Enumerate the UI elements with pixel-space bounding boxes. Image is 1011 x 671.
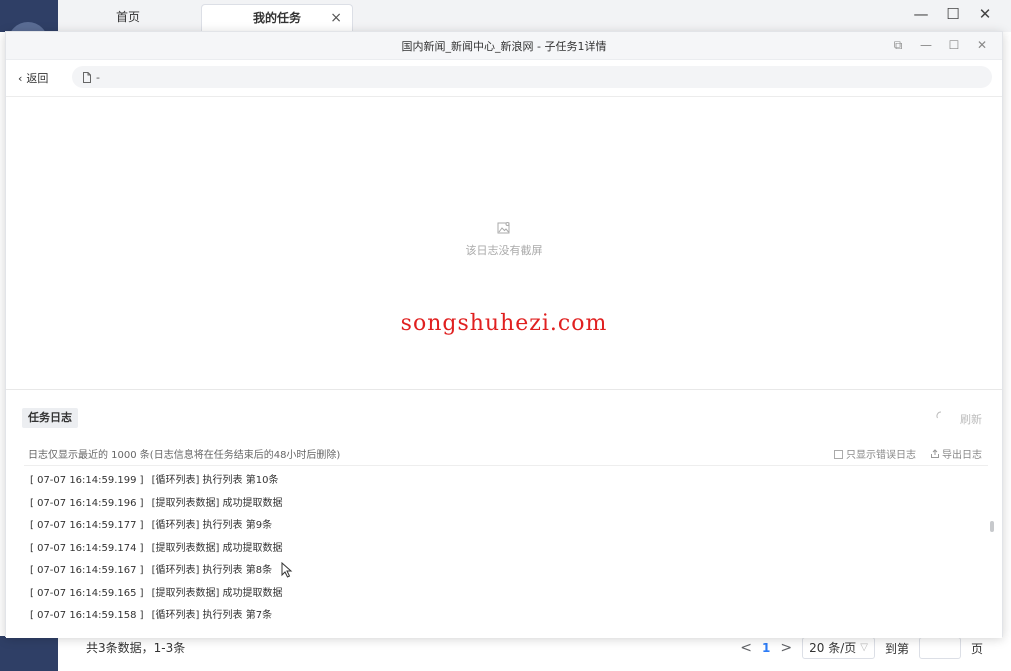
list-footer: 共3条数据，1-3条 < 1 > 20 条/页 ▽ 到第 页 — [0, 636, 1011, 671]
back-button[interactable]: ‹ 返回 — [18, 70, 48, 86]
log-entry: [ 07-07 16:14:59.158 ] [循环列表] 执行列表 第7条 — [30, 610, 273, 621]
refresh-button[interactable]: 刷新 — [936, 411, 982, 427]
log-entry: [ 07-07 16:14:59.196 ] [提取列表数据] 成功提取数据 — [30, 497, 283, 509]
log-entry: [ 07-07 16:14:59.177 ] [循环列表] 执行列表 第9条 — [30, 520, 273, 531]
pagination: < 1 > 20 条/页 ▽ 到第 页 — [740, 636, 983, 660]
log-scrollbar[interactable] — [990, 521, 994, 532]
sidebar — [0, 636, 58, 671]
export-log-button[interactable]: 导出日志 — [930, 446, 982, 461]
back-label: 返回 — [26, 72, 49, 85]
dialog-maximize-button[interactable]: ☐ — [940, 36, 968, 54]
only-errors-label: 只显示错误日志 — [846, 450, 916, 461]
mouse-cursor-icon — [281, 561, 293, 581]
address-field[interactable]: - — [72, 66, 992, 88]
image-icon — [497, 221, 511, 238]
checkbox-icon — [834, 450, 843, 459]
dialog-titlebar: 国内新闻_新闻中心_新浪网 - 子任务1详情 ⧉ — ☐ ✕ — [6, 32, 1002, 60]
log-actions: 只显示错误日志 导出日志 — [834, 446, 982, 461]
log-entry: [ 07-07 16:14:59.174 ] [提取列表数据] 成功提取数据 — [30, 542, 283, 554]
log-entry: [ 07-07 16:14:59.167 ] [循环列表] 执行列表 第8条 — [30, 565, 273, 576]
popout-button[interactable]: ⧉ — [884, 36, 912, 54]
export-log-label: 导出日志 — [942, 450, 982, 461]
prev-page-button[interactable]: < — [740, 640, 752, 656]
log-entry: [ 07-07 16:14:59.199 ] [循环列表] 执行列表 第10条 — [30, 475, 279, 486]
tab-home-label: 首页 — [115, 10, 140, 24]
dialog-close-button[interactable]: ✕ — [968, 36, 996, 54]
dialog-controls: ⧉ — ☐ ✕ — [884, 36, 996, 54]
log-panel: 任务日志 刷新 日志仅显示最近的 1000 条(日志信息将在任务结束后的48小时… — [6, 389, 1002, 638]
chevron-down-icon: ▽ — [860, 642, 868, 653]
log-retention-note: 日志仅显示最近的 1000 条(日志信息将在任务结束后的48小时后删除) — [28, 450, 341, 461]
refresh-label: 刷新 — [960, 413, 982, 426]
log-entry: [ 07-07 16:14:59.165 ] [提取列表数据] 成功提取数据 — [30, 587, 283, 599]
next-page-button[interactable]: > — [780, 640, 792, 656]
screenshot-area: 该日志没有截屏 songshuhezi.com — [6, 97, 1002, 389]
close-window-button[interactable]: ✕ — [969, 2, 1001, 26]
dialog-title: 国内新闻_新闻中心_新浪网 - 子任务1详情 — [401, 40, 607, 53]
empty-screenshot: 该日志没有截屏 — [6, 221, 1002, 258]
export-icon — [931, 449, 939, 458]
tab-my-tasks[interactable]: 我的任务 × — [201, 4, 353, 32]
goto-page-input[interactable] — [918, 637, 961, 659]
address-text: - — [96, 70, 100, 84]
maximize-button[interactable]: ☐ — [937, 2, 969, 26]
empty-screenshot-text: 该日志没有截屏 — [465, 244, 543, 257]
loading-icon — [936, 411, 946, 427]
log-list: [ 07-07 16:14:59.199 ] [循环列表] 执行列表 第10条 [… — [30, 470, 930, 628]
only-errors-checkbox[interactable]: 只显示错误日志 — [834, 446, 916, 461]
avatar[interactable] — [0, 0, 58, 32]
page-size-value: 20 条/页 — [809, 641, 857, 655]
page-suffix: 页 — [970, 641, 983, 656]
tab-task-log[interactable]: 任务日志 — [22, 408, 78, 428]
page-number[interactable]: 1 — [762, 641, 770, 655]
window-controls: — ☐ ✕ — [905, 2, 1001, 26]
app-tab-bar: 首页 我的任务 × — ☐ ✕ — [0, 0, 1011, 32]
page-size-select[interactable]: 20 条/页 ▽ — [802, 637, 875, 659]
close-icon[interactable]: × — [330, 5, 342, 31]
tab-my-tasks-label: 我的任务 — [252, 11, 301, 25]
minimize-button[interactable]: — — [905, 2, 937, 26]
address-bar: ‹ 返回 - — [6, 60, 1002, 96]
tab-home[interactable]: 首页 — [52, 4, 204, 32]
total-count: 共3条数据，1-3条 — [86, 641, 186, 655]
chevron-left-icon: ‹ — [18, 71, 23, 85]
document-icon — [83, 71, 91, 83]
divider — [24, 465, 988, 466]
goto-label: 到第 — [884, 641, 909, 656]
dialog-minimize-button[interactable]: — — [912, 36, 940, 54]
task-detail-dialog: 国内新闻_新闻中心_新浪网 - 子任务1详情 ⧉ — ☐ ✕ ‹ 返回 - 该日… — [5, 31, 1003, 638]
watermark: songshuhezi.com — [400, 311, 608, 336]
